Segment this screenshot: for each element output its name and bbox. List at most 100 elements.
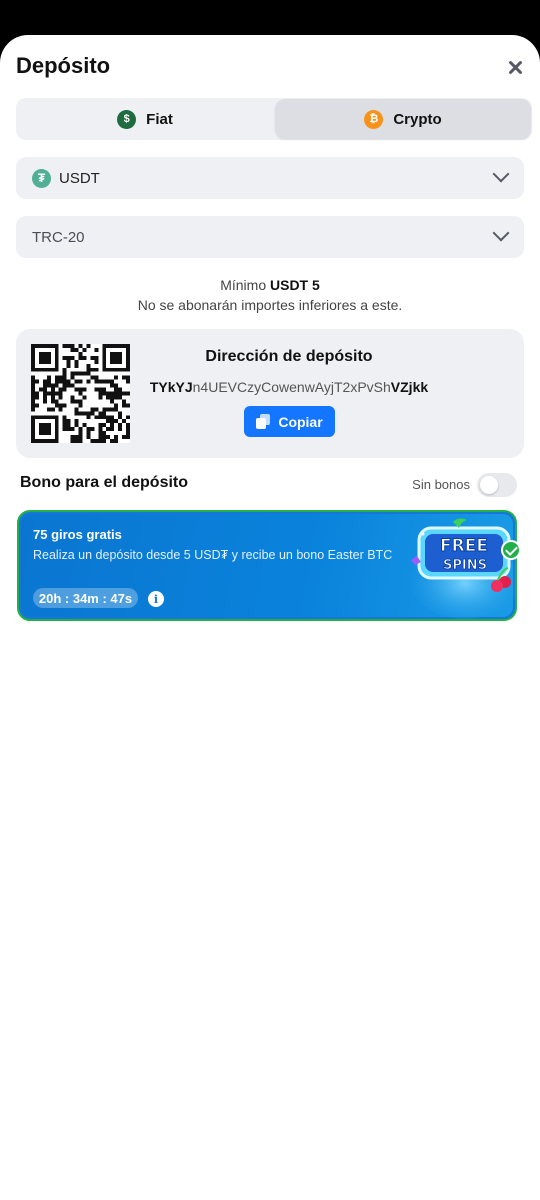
info-icon[interactable]: i (148, 591, 164, 607)
qr-module (86, 415, 91, 420)
qr-module (102, 367, 107, 372)
qr-module (62, 427, 67, 432)
qr-module (66, 344, 71, 348)
no-bonus-toggle[interactable] (477, 473, 517, 497)
qr-module (46, 359, 51, 364)
qr-module (74, 419, 79, 424)
qr-module (31, 415, 35, 420)
qr-module (42, 427, 47, 432)
tab-crypto[interactable]: ₿ Crypto (275, 99, 531, 139)
qr-module (126, 403, 130, 408)
qr-module (114, 407, 119, 412)
qr-module (90, 355, 95, 360)
bitcoin-icon: ₿ (364, 109, 384, 129)
qr-module (42, 387, 47, 392)
qr-module (31, 375, 35, 380)
qr-module (62, 344, 67, 348)
qr-module (122, 344, 127, 348)
qr-module (102, 387, 107, 392)
qr-module (50, 439, 55, 443)
qr-module (122, 419, 127, 424)
qr-module (118, 427, 123, 432)
bonus-card-background: 75 giros gratis Realiza un depósito desd… (21, 514, 515, 619)
qr-module (94, 387, 99, 392)
qr-module (58, 403, 63, 408)
qr-module (86, 427, 91, 432)
qr-module (78, 371, 83, 376)
qr-module (82, 371, 87, 376)
qr-module (94, 439, 99, 443)
qr-module (78, 435, 83, 440)
qr-module (38, 431, 43, 436)
network-select[interactable]: TRC-20 (16, 216, 524, 258)
qr-module (31, 359, 35, 364)
qr-module (122, 403, 127, 408)
qr-module (118, 355, 123, 360)
qr-module (31, 419, 35, 424)
qr-module (122, 399, 127, 404)
qr-module (110, 407, 115, 412)
copy-button[interactable]: Copiar (244, 406, 335, 437)
minimum-info: Mínimo USDT 5 No se abonarán importes in… (0, 275, 540, 315)
qr-module (110, 399, 115, 404)
deposit-address-box: Dirección de depósito TYkYJn4UEVCzyCowen… (16, 329, 524, 458)
qr-module (102, 359, 107, 364)
qr-module (31, 399, 35, 404)
qr-module (46, 427, 51, 432)
qr-module (114, 375, 119, 380)
bonus-card[interactable]: 75 giros gratis Realiza un depósito desd… (17, 510, 517, 621)
currency-select[interactable]: ₮ USDT (16, 157, 524, 199)
minimum-line: Mínimo USDT 5 (0, 275, 540, 295)
qr-module (34, 439, 39, 443)
qr-module (98, 427, 103, 432)
qr-module (118, 387, 123, 392)
qr-module (38, 427, 43, 432)
qr-module (86, 431, 91, 436)
qr-module (114, 367, 119, 372)
qr-module (78, 344, 83, 348)
qr-module (38, 415, 43, 420)
qr-module (126, 415, 130, 420)
qr-module (46, 351, 51, 356)
qr-module (66, 355, 71, 360)
qr-module (98, 379, 103, 384)
free-spins-illustration: FREE SPINS (410, 518, 515, 619)
qr-module (126, 355, 130, 360)
qr-code (31, 344, 130, 443)
qr-module (102, 423, 107, 428)
qr-module (62, 383, 67, 388)
qr-module (98, 431, 103, 436)
qr-module (70, 375, 75, 380)
qr-module (74, 359, 79, 364)
qr-module (66, 423, 71, 428)
qr-module (31, 379, 35, 384)
qr-module (31, 367, 35, 372)
qr-module (34, 415, 39, 420)
chevron-down-icon (494, 229, 508, 243)
qr-module (62, 403, 67, 408)
qr-module (50, 367, 55, 372)
qr-module (86, 344, 91, 348)
page-title: Depósito (16, 53, 111, 78)
qr-module (110, 379, 115, 384)
qr-module (31, 391, 35, 396)
qr-module (42, 415, 47, 420)
qr-module (78, 391, 83, 396)
qr-module (110, 415, 115, 420)
no-bonus-label: Sin bonos (412, 477, 470, 492)
qr-module (98, 395, 103, 400)
tab-fiat-label: Fiat (146, 110, 173, 128)
qr-module (58, 379, 63, 384)
tab-fiat[interactable]: $ Fiat (16, 99, 274, 139)
qr-module (106, 395, 111, 400)
qr-module (54, 383, 59, 388)
qr-module (114, 435, 119, 440)
qr-module (38, 351, 43, 356)
qr-module (50, 415, 55, 420)
minimum-label: Mínimo (220, 277, 267, 293)
deposit-sheet: Depósito $ Fiat ₿ Crypto ₮ USDT TRC-20 M… (0, 35, 540, 1200)
close-icon[interactable] (505, 55, 531, 81)
qr-module (122, 367, 127, 372)
qr-module (38, 367, 43, 372)
qr-module (74, 435, 79, 440)
